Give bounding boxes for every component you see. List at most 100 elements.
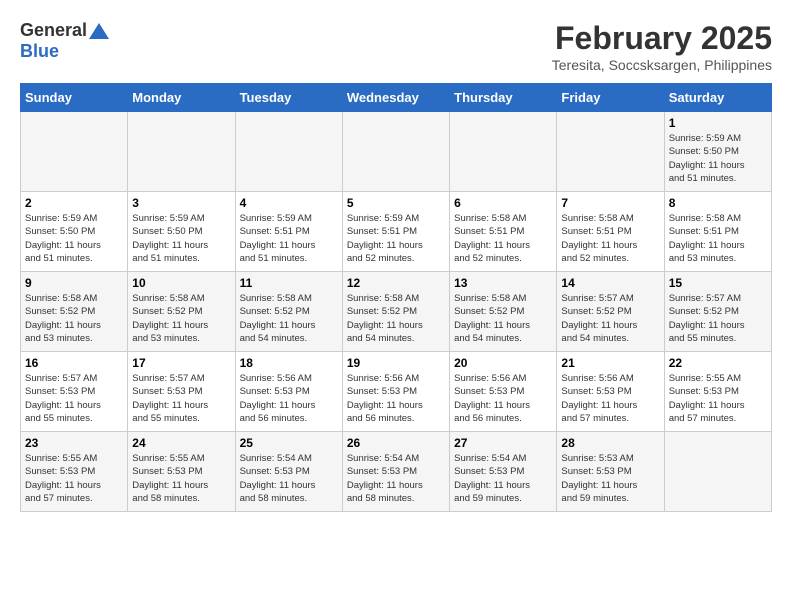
day-number: 16 [25, 356, 123, 370]
day-detail: Sunrise: 5:58 AM Sunset: 5:51 PM Dayligh… [454, 212, 552, 265]
day-detail: Sunrise: 5:55 AM Sunset: 5:53 PM Dayligh… [25, 452, 123, 505]
day-cell: 27 Sunrise: 5:54 AM Sunset: 5:53 PM Dayli… [450, 432, 557, 512]
day-header-tuesday: Tuesday [235, 84, 342, 112]
day-detail: Sunrise: 5:59 AM Sunset: 5:50 PM Dayligh… [25, 212, 123, 265]
logo-icon [89, 21, 109, 41]
day-number: 23 [25, 436, 123, 450]
day-cell: 28Sunrise: 5:53 AM Sunset: 5:53 PM Dayli… [557, 432, 664, 512]
day-cell [21, 112, 128, 192]
logo-general-text: General [20, 20, 87, 41]
day-cell: 3Sunrise: 5:59 AM Sunset: 5:50 PM Daylig… [128, 192, 235, 272]
day-number: 11 [240, 276, 338, 290]
day-cell: 8 Sunrise: 5:58 AM Sunset: 5:51 PM Daylig… [664, 192, 771, 272]
day-cell: 5 Sunrise: 5:59 AM Sunset: 5:51 PM Daylig… [342, 192, 449, 272]
day-header-sunday: Sunday [21, 84, 128, 112]
day-number: 12 [347, 276, 445, 290]
calendar-subtitle: Teresita, Soccsksargen, Philippines [552, 57, 772, 73]
day-cell: 4 Sunrise: 5:59 AM Sunset: 5:51 PM Daylig… [235, 192, 342, 272]
day-cell: 10 Sunrise: 5:58 AM Sunset: 5:52 PM Dayli… [128, 272, 235, 352]
day-header-wednesday: Wednesday [342, 84, 449, 112]
day-cell [235, 112, 342, 192]
day-number: 15 [669, 276, 767, 290]
day-number: 8 [669, 196, 767, 210]
day-detail: Sunrise: 5:56 AM Sunset: 5:53 PM Dayligh… [561, 372, 659, 425]
day-header-saturday: Saturday [664, 84, 771, 112]
day-header-friday: Friday [557, 84, 664, 112]
day-cell: 26 Sunrise: 5:54 AM Sunset: 5:53 PM Dayli… [342, 432, 449, 512]
day-detail: Sunrise: 5:58 AM Sunset: 5:52 PM Dayligh… [25, 292, 123, 345]
day-detail: Sunrise: 5:58 AM Sunset: 5:51 PM Dayligh… [669, 212, 767, 265]
day-detail: Sunrise: 5:54 AM Sunset: 5:53 PM Dayligh… [454, 452, 552, 505]
day-detail: Sunrise: 5:57 AM Sunset: 5:53 PM Dayligh… [132, 372, 230, 425]
day-number: 17 [132, 356, 230, 370]
day-detail: Sunrise: 5:58 AM Sunset: 5:52 PM Dayligh… [347, 292, 445, 345]
day-number: 25 [240, 436, 338, 450]
day-cell: 17 Sunrise: 5:57 AM Sunset: 5:53 PM Dayli… [128, 352, 235, 432]
logo-blue-text: Blue [20, 41, 59, 61]
day-cell: 20 Sunrise: 5:56 AM Sunset: 5:53 PM Dayli… [450, 352, 557, 432]
day-number: 1 [669, 116, 767, 130]
day-number: 26 [347, 436, 445, 450]
day-number: 9 [25, 276, 123, 290]
day-cell: 19 Sunrise: 5:56 AM Sunset: 5:53 PM Dayli… [342, 352, 449, 432]
day-detail: Sunrise: 5:57 AM Sunset: 5:52 PM Dayligh… [669, 292, 767, 345]
calendar-table: SundayMondayTuesdayWednesdayThursdayFrid… [20, 83, 772, 512]
day-number: 4 [240, 196, 338, 210]
day-detail: Sunrise: 5:57 AM Sunset: 5:53 PM Dayligh… [25, 372, 123, 425]
day-cell [557, 112, 664, 192]
day-cell [664, 432, 771, 512]
day-detail: Sunrise: 5:54 AM Sunset: 5:53 PM Dayligh… [347, 452, 445, 505]
day-cell: 2 Sunrise: 5:59 AM Sunset: 5:50 PM Daylig… [21, 192, 128, 272]
day-cell: 21 Sunrise: 5:56 AM Sunset: 5:53 PM Dayli… [557, 352, 664, 432]
day-cell: 24Sunrise: 5:55 AM Sunset: 5:53 PM Dayli… [128, 432, 235, 512]
day-cell: 25 Sunrise: 5:54 AM Sunset: 5:53 PM Dayli… [235, 432, 342, 512]
week-row-5: 23 Sunrise: 5:55 AM Sunset: 5:53 PM Dayli… [21, 432, 772, 512]
day-detail: Sunrise: 5:55 AM Sunset: 5:53 PM Dayligh… [669, 372, 767, 425]
day-number: 20 [454, 356, 552, 370]
day-detail: Sunrise: 5:58 AM Sunset: 5:52 PM Dayligh… [454, 292, 552, 345]
day-detail: Sunrise: 5:59 AM Sunset: 5:50 PM Dayligh… [669, 132, 767, 185]
day-detail: Sunrise: 5:56 AM Sunset: 5:53 PM Dayligh… [347, 372, 445, 425]
day-cell: 13Sunrise: 5:58 AM Sunset: 5:52 PM Dayli… [450, 272, 557, 352]
day-number: 14 [561, 276, 659, 290]
calendar-title: February 2025 [552, 20, 772, 57]
day-detail: Sunrise: 5:58 AM Sunset: 5:52 PM Dayligh… [132, 292, 230, 345]
day-cell [450, 112, 557, 192]
day-cell: 23 Sunrise: 5:55 AM Sunset: 5:53 PM Dayli… [21, 432, 128, 512]
day-detail: Sunrise: 5:55 AM Sunset: 5:53 PM Dayligh… [132, 452, 230, 505]
day-detail: Sunrise: 5:57 AM Sunset: 5:52 PM Dayligh… [561, 292, 659, 345]
days-header-row: SundayMondayTuesdayWednesdayThursdayFrid… [21, 84, 772, 112]
day-number: 28 [561, 436, 659, 450]
day-number: 27 [454, 436, 552, 450]
day-detail: Sunrise: 5:59 AM Sunset: 5:51 PM Dayligh… [347, 212, 445, 265]
day-number: 2 [25, 196, 123, 210]
day-cell: 11Sunrise: 5:58 AM Sunset: 5:52 PM Dayli… [235, 272, 342, 352]
day-number: 10 [132, 276, 230, 290]
week-row-2: 2 Sunrise: 5:59 AM Sunset: 5:50 PM Daylig… [21, 192, 772, 272]
day-number: 5 [347, 196, 445, 210]
day-cell: 18Sunrise: 5:56 AM Sunset: 5:53 PM Dayli… [235, 352, 342, 432]
day-detail: Sunrise: 5:59 AM Sunset: 5:50 PM Dayligh… [132, 212, 230, 265]
day-number: 21 [561, 356, 659, 370]
day-detail: Sunrise: 5:59 AM Sunset: 5:51 PM Dayligh… [240, 212, 338, 265]
week-row-3: 9 Sunrise: 5:58 AM Sunset: 5:52 PM Daylig… [21, 272, 772, 352]
day-number: 6 [454, 196, 552, 210]
day-number: 19 [347, 356, 445, 370]
day-header-monday: Monday [128, 84, 235, 112]
day-number: 22 [669, 356, 767, 370]
day-cell [342, 112, 449, 192]
day-cell [128, 112, 235, 192]
day-detail: Sunrise: 5:54 AM Sunset: 5:53 PM Dayligh… [240, 452, 338, 505]
day-detail: Sunrise: 5:58 AM Sunset: 5:51 PM Dayligh… [561, 212, 659, 265]
day-cell: 14 Sunrise: 5:57 AM Sunset: 5:52 PM Dayli… [557, 272, 664, 352]
day-header-thursday: Thursday [450, 84, 557, 112]
day-number: 18 [240, 356, 338, 370]
day-cell: 9 Sunrise: 5:58 AM Sunset: 5:52 PM Daylig… [21, 272, 128, 352]
day-cell: 1 Sunrise: 5:59 AM Sunset: 5:50 PM Daylig… [664, 112, 771, 192]
week-row-1: 1 Sunrise: 5:59 AM Sunset: 5:50 PM Daylig… [21, 112, 772, 192]
day-detail: Sunrise: 5:56 AM Sunset: 5:53 PM Dayligh… [454, 372, 552, 425]
day-cell: 22 Sunrise: 5:55 AM Sunset: 5:53 PM Dayli… [664, 352, 771, 432]
week-row-4: 16 Sunrise: 5:57 AM Sunset: 5:53 PM Dayli… [21, 352, 772, 432]
day-cell: 15 Sunrise: 5:57 AM Sunset: 5:52 PM Dayli… [664, 272, 771, 352]
logo: General Blue [20, 20, 109, 62]
